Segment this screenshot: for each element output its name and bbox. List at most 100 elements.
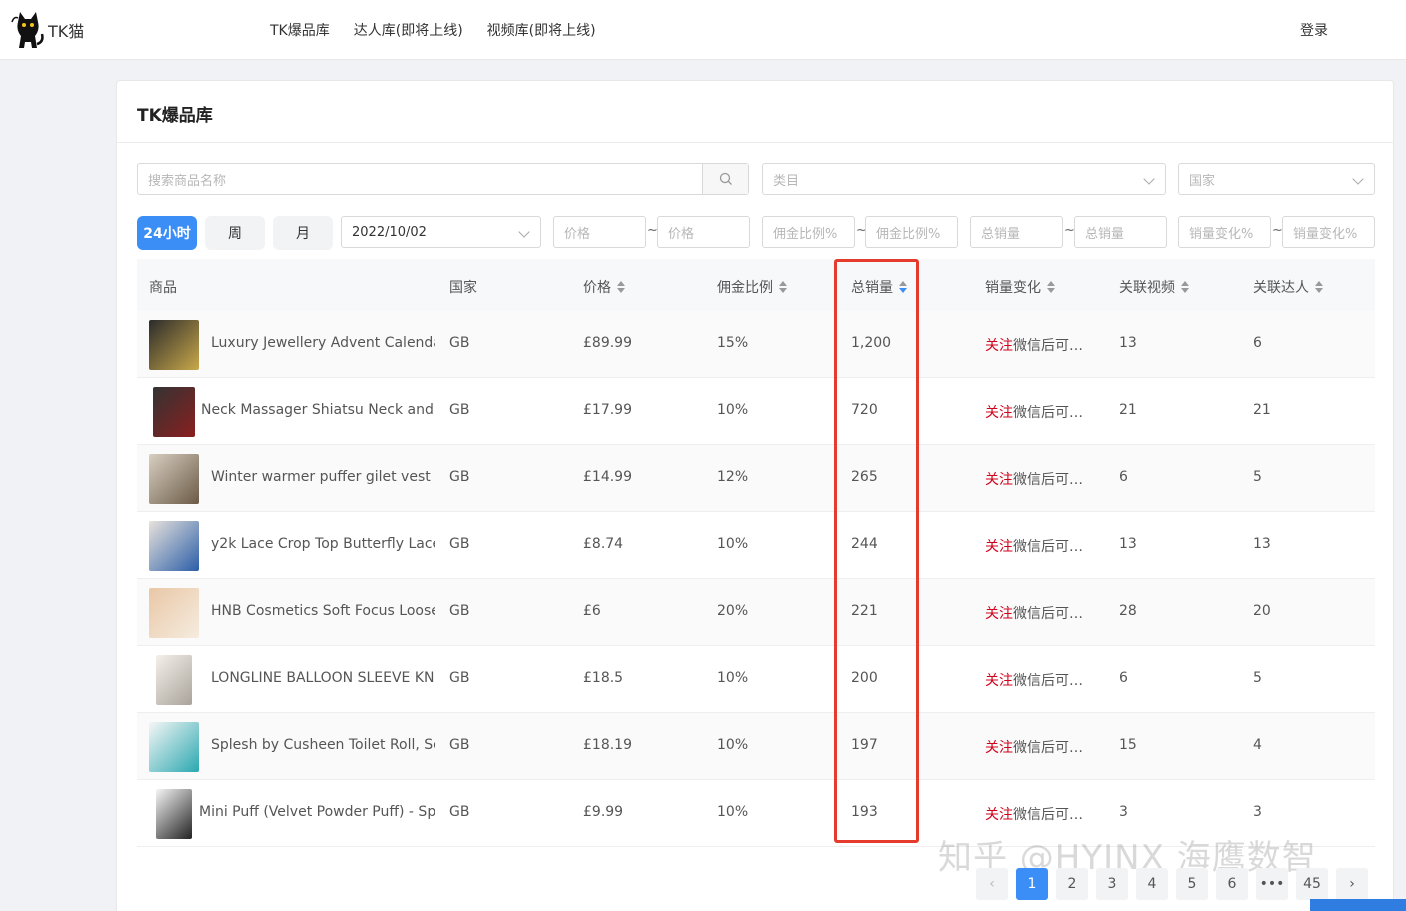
nav-item-creators[interactable]: 达人库(即将上线) xyxy=(354,20,463,40)
change-max-input[interactable]: 销量变化% xyxy=(1282,216,1375,248)
product-thumbnail[interactable] xyxy=(149,588,199,638)
next-page-button[interactable]: › xyxy=(1336,868,1368,900)
page-button-2[interactable]: 2 xyxy=(1056,868,1088,900)
sort-icon[interactable] xyxy=(1315,281,1323,293)
cell-creators: 21 xyxy=(1253,402,1271,418)
category-placeholder: 类目 xyxy=(773,173,800,189)
product-name[interactable]: HNB Cosmetics Soft Focus Loose Pc xyxy=(211,603,435,619)
main-nav: TK爆品库 达人库(即将上线) 视频库(即将上线) xyxy=(270,20,596,40)
follow-link[interactable]: 关注 xyxy=(985,338,1013,354)
follow-link[interactable]: 关注 xyxy=(985,539,1013,555)
price-min-placeholder: 价格 xyxy=(564,226,591,242)
product-thumbnail[interactable] xyxy=(156,789,192,839)
table-row[interactable]: HNB Cosmetics Soft Focus Loose Pc GB £6 20%… xyxy=(137,579,1375,646)
product-name[interactable]: Neck Massager Shiatsu Neck and Shc xyxy=(201,402,435,418)
page-button-4[interactable]: 4 xyxy=(1136,868,1168,900)
cell-sales-change: 关注微信后可… xyxy=(985,737,1085,757)
product-thumbnail[interactable] xyxy=(149,521,199,571)
cell-sales: 200 xyxy=(851,670,878,686)
tab-week[interactable]: 周 xyxy=(205,216,265,250)
country-select[interactable]: 国家 xyxy=(1178,163,1375,195)
cell-sales-change: 关注微信后可… xyxy=(985,804,1085,824)
table-row[interactable]: y2k Lace Crop Top Butterfly Lace Up GB £8.… xyxy=(137,512,1375,579)
cell-price: £14.99 xyxy=(583,469,632,485)
prev-page-button[interactable]: ‹ xyxy=(976,868,1008,900)
cell-creators: 5 xyxy=(1253,670,1262,686)
col-total-sales-label: 总销量 xyxy=(851,280,893,296)
commission-max-placeholder: 佣金比例% xyxy=(876,226,941,242)
col-creators[interactable]: 关联达人 xyxy=(1253,277,1323,297)
product-thumbnail[interactable] xyxy=(149,320,199,370)
cell-sales-change: 关注微信后可… xyxy=(985,335,1085,355)
table-row[interactable]: Winter warmer puffer gilet vest GB £14.99 1… xyxy=(137,445,1375,512)
change-min-input[interactable]: 销量变化% xyxy=(1178,216,1271,248)
table-row[interactable]: LONGLINE BALLOON SLEEVE KNIT GB £18.5 10% 20… xyxy=(137,646,1375,713)
sort-icon[interactable] xyxy=(1047,281,1055,293)
cell-sales: 720 xyxy=(851,402,878,418)
nav-item-videos[interactable]: 视频库(即将上线) xyxy=(487,20,596,40)
login-link[interactable]: 登录 xyxy=(1300,20,1328,40)
sort-icon[interactable] xyxy=(1181,281,1189,293)
search-button[interactable] xyxy=(702,164,748,194)
cell-creators: 4 xyxy=(1253,737,1262,753)
col-product: 商品 xyxy=(149,277,177,297)
sales-min-input[interactable]: 总销量 xyxy=(970,216,1063,248)
date-select[interactable]: 2022/10/02 xyxy=(341,216,541,248)
product-thumbnail[interactable] xyxy=(149,722,199,772)
product-thumbnail[interactable] xyxy=(153,387,195,437)
search-placeholder: 搜索商品名称 xyxy=(148,173,227,189)
price-min-input[interactable]: 价格 xyxy=(553,216,646,248)
col-videos[interactable]: 关联视频 xyxy=(1119,277,1189,297)
follow-link[interactable]: 关注 xyxy=(985,740,1013,756)
cell-country: GB xyxy=(449,402,470,418)
col-videos-label: 关联视频 xyxy=(1119,280,1175,296)
table-row[interactable]: Luxury Jewellery Advent Calendar w GB £89.… xyxy=(137,311,1375,378)
product-name[interactable]: Splesh by Cusheen Toilet Roll, Soft & xyxy=(211,737,435,753)
change-locked-text: 微信后可… xyxy=(1013,405,1083,421)
page-button-5[interactable]: 5 xyxy=(1176,868,1208,900)
price-max-input[interactable]: 价格 xyxy=(657,216,750,248)
follow-link[interactable]: 关注 xyxy=(985,673,1013,689)
sales-max-input[interactable]: 总销量 xyxy=(1074,216,1167,248)
cell-country: GB xyxy=(449,469,470,485)
page-button-45[interactable]: 45 xyxy=(1296,868,1328,900)
page-button-6[interactable]: 6 xyxy=(1216,868,1248,900)
page-button-3[interactable]: 3 xyxy=(1096,868,1128,900)
product-name[interactable]: Luxury Jewellery Advent Calendar w xyxy=(211,335,435,351)
page-button-1[interactable]: 1 xyxy=(1016,868,1048,900)
table-row[interactable]: Neck Massager Shiatsu Neck and Shc GB £17.… xyxy=(137,378,1375,445)
follow-link[interactable]: 关注 xyxy=(985,606,1013,622)
nav-item-products[interactable]: TK爆品库 xyxy=(270,20,330,40)
sort-icon[interactable] xyxy=(779,281,787,293)
follow-link[interactable]: 关注 xyxy=(985,472,1013,488)
sort-icon[interactable] xyxy=(617,281,625,293)
col-price[interactable]: 价格 xyxy=(583,277,625,297)
cell-videos: 21 xyxy=(1119,402,1137,418)
col-sales-change[interactable]: 销量变化 xyxy=(985,277,1055,297)
product-name[interactable]: y2k Lace Crop Top Butterfly Lace Up xyxy=(211,536,435,552)
col-commission[interactable]: 佣金比例 xyxy=(717,277,787,297)
commission-max-input[interactable]: 佣金比例% xyxy=(865,216,958,248)
cell-country: GB xyxy=(449,603,470,619)
date-value: 2022/10/02 xyxy=(352,224,427,240)
product-thumbnail[interactable] xyxy=(156,655,192,705)
tab-24h[interactable]: 24小时 xyxy=(137,216,197,250)
sort-desc-icon[interactable] xyxy=(899,281,907,293)
logo[interactable]: TK猫 xyxy=(10,8,84,52)
product-name[interactable]: Winter warmer puffer gilet vest xyxy=(211,469,435,485)
follow-link[interactable]: 关注 xyxy=(985,405,1013,421)
product-name[interactable]: LONGLINE BALLOON SLEEVE KNIT xyxy=(211,670,435,686)
table-row[interactable]: Splesh by Cusheen Toilet Roll, Soft & GB £… xyxy=(137,713,1375,780)
commission-min-input[interactable]: 佣金比例% xyxy=(762,216,855,248)
product-thumbnail[interactable] xyxy=(149,454,199,504)
cell-price: £6 xyxy=(583,603,601,619)
product-name[interactable]: Mini Puff (Velvet Powder Puff) - Spong xyxy=(199,804,435,820)
search-input[interactable]: 搜索商品名称 xyxy=(137,163,749,195)
col-total-sales[interactable]: 总销量 xyxy=(851,277,907,297)
cell-videos: 6 xyxy=(1119,670,1128,686)
tab-month[interactable]: 月 xyxy=(273,216,333,250)
table-body: Luxury Jewellery Advent Calendar w GB £89.… xyxy=(137,311,1375,847)
page-ellipsis[interactable]: ••• xyxy=(1256,868,1288,900)
follow-link[interactable]: 关注 xyxy=(985,807,1013,823)
category-select[interactable]: 类目 xyxy=(762,163,1166,195)
